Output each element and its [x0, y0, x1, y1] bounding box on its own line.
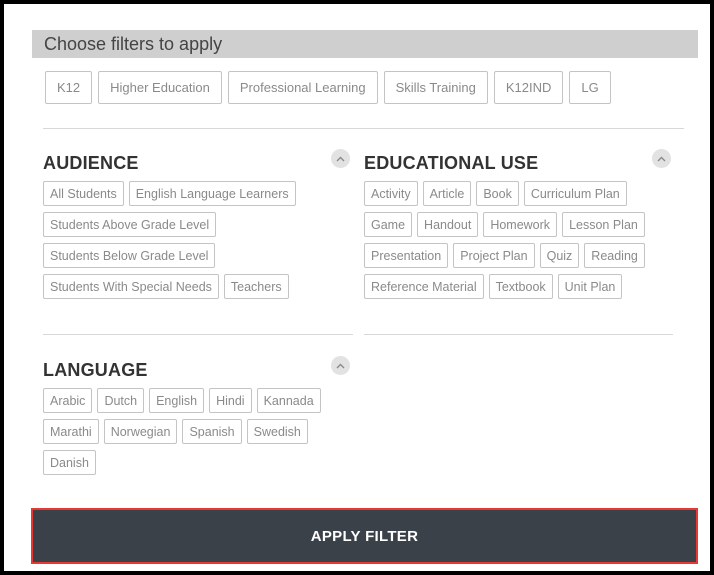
filter-chip-dutch[interactable]: Dutch: [97, 388, 145, 413]
filter-chip-danish[interactable]: Danish: [43, 450, 96, 475]
filter-chip-english[interactable]: English: [149, 388, 205, 413]
panel-header: Choose filters to apply: [32, 30, 698, 58]
filter-chip-students-below-grade-level[interactable]: Students Below Grade Level: [43, 243, 216, 268]
divider: [43, 334, 353, 335]
educational-use-section: EDUCATIONAL USE Activity Article Book Cu…: [364, 149, 674, 318]
filter-chip-quiz[interactable]: Quiz: [539, 243, 580, 268]
top-filter-chips: K12 Higher Education Professional Learni…: [45, 71, 611, 104]
language-title: LANGUAGE: [43, 360, 148, 380]
chevron-up-icon: [657, 156, 666, 161]
filter-chip-all-students[interactable]: All Students: [43, 181, 124, 206]
filter-chip-marathi[interactable]: Marathi: [43, 419, 99, 444]
filter-chip-k12[interactable]: K12: [45, 71, 93, 104]
educational-use-collapse-button[interactable]: [652, 149, 671, 168]
audience-section: AUDIENCE All Students English Language L…: [43, 149, 355, 318]
filter-chip-hindi[interactable]: Hindi: [209, 388, 252, 413]
language-section: LANGUAGE Arabic Dutch English Hindi Kann…: [43, 356, 355, 490]
audience-title: AUDIENCE: [43, 153, 139, 173]
filter-chip-kannada[interactable]: Kannada: [256, 388, 321, 413]
filter-chip-handout[interactable]: Handout: [417, 212, 479, 237]
chevron-up-icon: [336, 156, 345, 161]
divider: [364, 334, 673, 335]
filter-chip-article[interactable]: Article: [422, 181, 472, 206]
chevron-up-icon: [336, 363, 345, 368]
filter-chip-project-plan[interactable]: Project Plan: [453, 243, 535, 268]
filter-chip-homework[interactable]: Homework: [483, 212, 558, 237]
filter-chip-students-with-special-needs[interactable]: Students With Special Needs: [43, 274, 219, 299]
filter-chip-book[interactable]: Book: [476, 181, 519, 206]
audience-collapse-button[interactable]: [331, 149, 350, 168]
filter-chip-game[interactable]: Game: [364, 212, 413, 237]
filter-chip-skills-training[interactable]: Skills Training: [383, 71, 488, 104]
language-collapse-button[interactable]: [331, 356, 350, 375]
filter-chip-reference-material[interactable]: Reference Material: [364, 274, 484, 299]
filter-chip-curriculum-plan[interactable]: Curriculum Plan: [523, 181, 627, 206]
filter-chip-swedish[interactable]: Swedish: [246, 419, 308, 444]
filter-chip-norwegian[interactable]: Norwegian: [103, 419, 178, 444]
educational-use-title: EDUCATIONAL USE: [364, 153, 539, 173]
divider: [43, 128, 684, 129]
panel-title: Choose filters to apply: [44, 33, 223, 54]
filter-panel: Choose filters to apply K12 Higher Educa…: [0, 0, 714, 575]
filter-chip-teachers[interactable]: Teachers: [223, 274, 289, 299]
filter-chip-higher-education[interactable]: Higher Education: [98, 71, 222, 104]
filter-chip-reading[interactable]: Reading: [584, 243, 645, 268]
filter-chip-unit-plan[interactable]: Unit Plan: [557, 274, 623, 299]
filter-chip-lg[interactable]: LG: [569, 71, 611, 104]
filter-chip-k12ind[interactable]: K12IND: [493, 71, 564, 104]
filter-chip-presentation[interactable]: Presentation: [364, 243, 449, 268]
filter-chip-arabic[interactable]: Arabic: [43, 388, 93, 413]
filter-chip-students-above-grade-level[interactable]: Students Above Grade Level: [43, 212, 217, 237]
apply-filter-button[interactable]: APPLY FILTER: [31, 508, 698, 564]
filter-chip-english-language-learners[interactable]: English Language Learners: [128, 181, 296, 206]
filter-chip-textbook[interactable]: Textbook: [488, 274, 553, 299]
filter-chip-activity[interactable]: Activity: [364, 181, 418, 206]
filter-chip-spanish[interactable]: Spanish: [182, 419, 242, 444]
filter-chip-lesson-plan[interactable]: Lesson Plan: [562, 212, 645, 237]
filter-chip-professional-learning[interactable]: Professional Learning: [227, 71, 378, 104]
